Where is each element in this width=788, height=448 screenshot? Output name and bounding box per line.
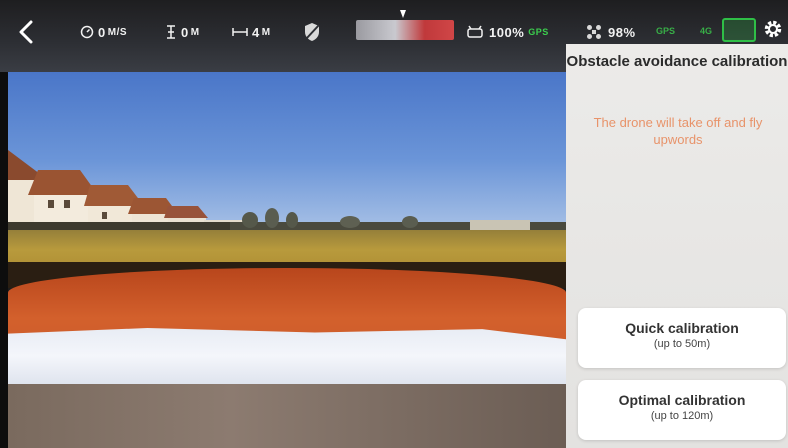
drone-icon xyxy=(587,25,601,39)
drone-battery-value: 98% xyxy=(608,24,636,40)
speed-readout: 0 M/S xyxy=(80,12,127,52)
panel-title: Obstacle avoidance calibration xyxy=(566,53,788,70)
speedometer-icon xyxy=(80,25,94,39)
distance-unit: M xyxy=(261,26,271,38)
optimal-calibration-label: Optimal calibration xyxy=(618,392,746,408)
attitude-indicator xyxy=(356,20,454,40)
altitude-readout: 0 M xyxy=(165,12,200,52)
calibration-panel: Obstacle avoidance calibration The drone… xyxy=(566,44,788,448)
controller-icon xyxy=(467,25,483,38)
treeline xyxy=(230,208,566,230)
controller-battery-value: 100% xyxy=(489,24,525,40)
houses xyxy=(8,150,248,230)
altitude-unit: M xyxy=(190,26,200,38)
faded-4g-label: 4G xyxy=(700,26,713,36)
gps-label: GPS xyxy=(528,27,549,37)
controller-battery: 100% GPS xyxy=(466,12,549,52)
optimal-calibration-button[interactable]: Optimal calibration (up to 120m) xyxy=(578,380,786,440)
obstacle-shield[interactable] xyxy=(303,12,321,52)
distance-value: 4 xyxy=(252,24,260,40)
chevron-left-icon xyxy=(19,20,33,44)
drone-white-stripe xyxy=(8,328,566,384)
quick-calibration-button[interactable]: Quick calibration (up to 50m) xyxy=(578,308,786,368)
altitude-value: 0 xyxy=(181,24,189,40)
distance-readout: 4 M xyxy=(232,12,271,52)
settings-button[interactable] xyxy=(762,18,784,40)
feed-bottom xyxy=(8,384,566,448)
back-button[interactable] xyxy=(18,12,48,52)
speed-unit: M/S xyxy=(107,26,128,38)
quick-calibration-range: (up to 50m) xyxy=(653,338,711,350)
signal-indicator xyxy=(722,18,756,42)
shield-icon xyxy=(305,23,320,41)
altitude-icon xyxy=(167,25,175,39)
gear-icon xyxy=(764,20,782,38)
optimal-calibration-range: (up to 120m) xyxy=(650,410,714,422)
quick-calibration-label: Quick calibration xyxy=(625,320,739,336)
feed-left-border xyxy=(0,72,8,448)
speed-value: 0 xyxy=(98,24,106,40)
panel-description: The drone will take off and fly upwords xyxy=(593,115,763,147)
faded-gps-label: GPS xyxy=(656,26,676,36)
distance-icon xyxy=(232,28,248,36)
